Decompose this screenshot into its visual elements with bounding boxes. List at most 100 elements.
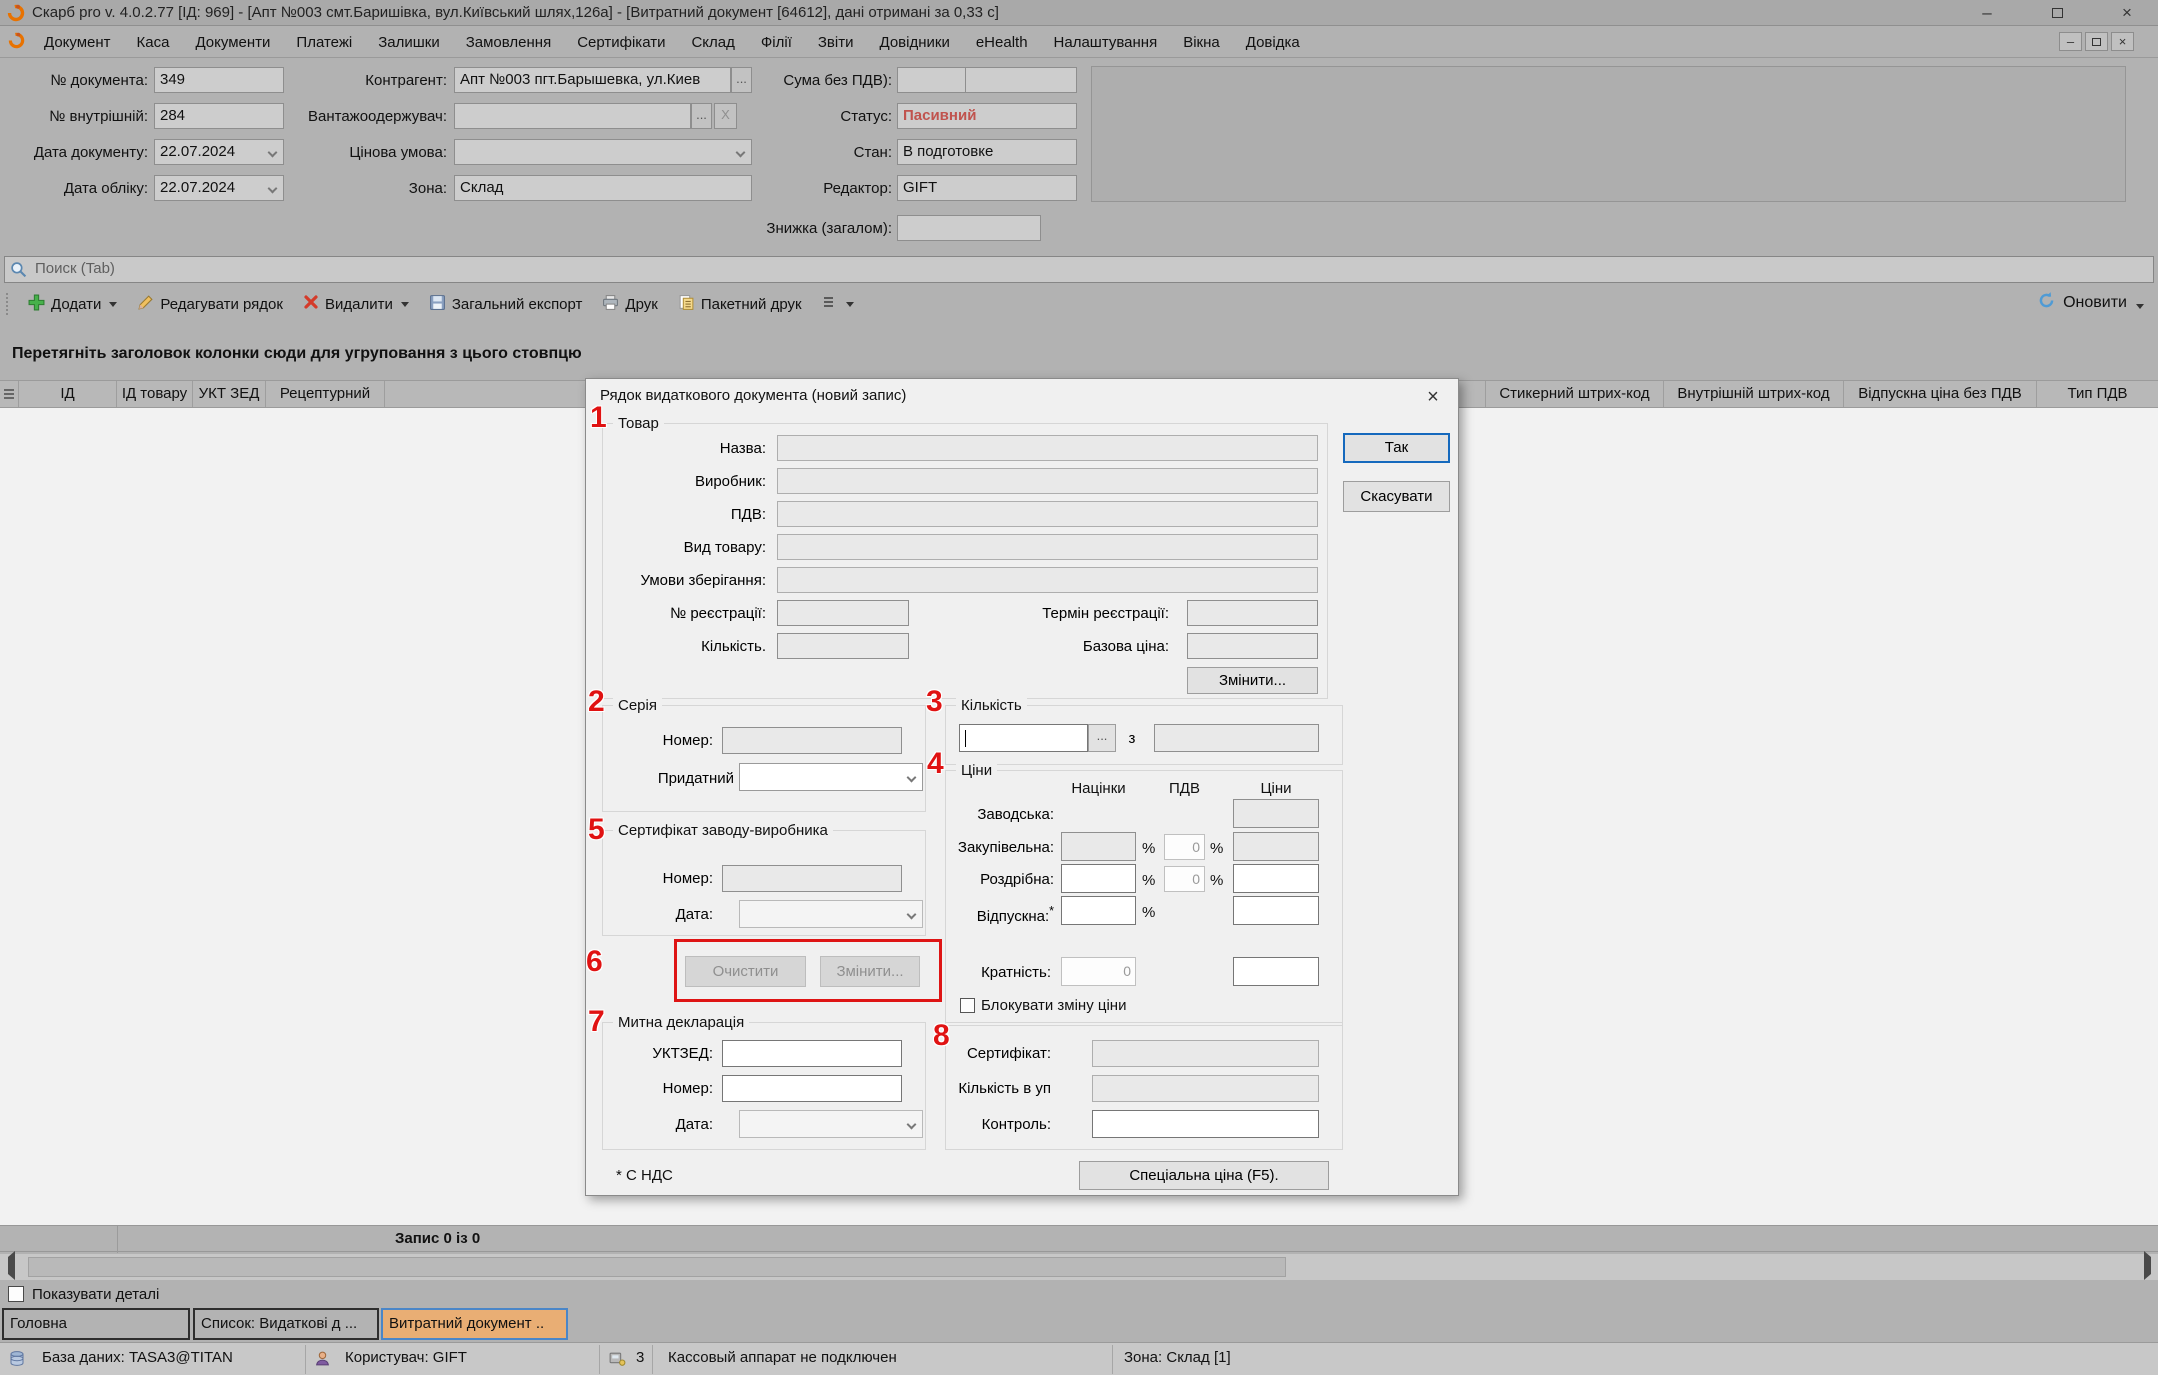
menu-documents[interactable]: Документи	[182, 34, 283, 51]
percent-sign: %	[1142, 866, 1155, 895]
base-price-field[interactable]	[1187, 633, 1318, 659]
menu-warehouse[interactable]: Склад	[678, 34, 747, 51]
view-options-button[interactable]	[812, 289, 864, 319]
add-button[interactable]: Додати	[18, 289, 127, 319]
refresh-button[interactable]: Оновити	[2037, 291, 2144, 314]
consignee-label: Вантажоодержувач:	[250, 103, 447, 131]
statusbar-zone: Зона: Склад [1]	[1124, 1349, 1231, 1366]
status-bar: База даних: TASA3@TITAN Користувач: GIFT…	[0, 1342, 2158, 1375]
menu-document[interactable]: Документ	[31, 34, 124, 51]
product-kind-field[interactable]	[777, 534, 1318, 560]
series-valid-dropdown[interactable]	[739, 763, 923, 791]
retail-price-field[interactable]	[1233, 864, 1319, 893]
maximize-button[interactable]	[2036, 2, 2078, 24]
name-field[interactable]	[777, 435, 1318, 461]
selling-price-field[interactable]	[1233, 896, 1319, 925]
ok-button[interactable]: Так	[1343, 433, 1450, 463]
retail-markup-field[interactable]	[1061, 864, 1136, 893]
mdi-close-button[interactable]: ×	[2111, 32, 2134, 51]
scroll-left-button[interactable]	[0, 1257, 22, 1277]
menu-reports[interactable]: Звіти	[805, 34, 867, 51]
dialog-close-icon[interactable]: ×	[1420, 385, 1446, 411]
menu-help[interactable]: Довідка	[1233, 34, 1313, 51]
column-header-ukt-zed[interactable]: УКТ ЗЕД	[193, 381, 266, 407]
customs-date-dropdown[interactable]	[739, 1110, 923, 1138]
extra-price-field[interactable]	[1233, 957, 1319, 986]
vat-field[interactable]	[777, 501, 1318, 527]
mdi-restore-button[interactable]	[2085, 32, 2108, 51]
sum-no-vat-field-1[interactable]	[897, 67, 966, 93]
reg-term-field[interactable]	[1187, 600, 1318, 626]
uktzed-field[interactable]	[722, 1040, 902, 1067]
row-grip-icon	[0, 381, 19, 407]
chevron-down-icon	[907, 910, 917, 920]
search-input[interactable]: Поиск (Tab)	[4, 256, 2154, 283]
comment-panel[interactable]	[1091, 66, 2126, 202]
price-condition-label: Цінова умова:	[250, 139, 447, 167]
multiplicity-field: 0	[1061, 957, 1136, 986]
menu-kasa[interactable]: Каса	[124, 34, 183, 51]
quantity-total-field	[1154, 724, 1319, 752]
menu-ehealth[interactable]: eHealth	[963, 34, 1041, 51]
scrollbar-thumb[interactable]	[28, 1257, 1286, 1277]
tab-main[interactable]: Головна	[2, 1308, 190, 1340]
app-logo-icon	[8, 32, 25, 53]
tab-expense-document[interactable]: Витратний документ ..	[381, 1308, 568, 1340]
scroll-right-button[interactable]	[2136, 1257, 2158, 1277]
qty-per-pack-label: Кількість в уп	[926, 1075, 1051, 1102]
series-valid-label: Придатний	[594, 765, 734, 792]
toolbar-grip[interactable]	[6, 293, 8, 315]
delete-button[interactable]: Видалити	[293, 289, 419, 319]
column-header-prescription[interactable]: Рецептурний	[266, 381, 385, 407]
column-header-sticker-barcode[interactable]: Стикерний штрих-код	[1486, 381, 1664, 407]
reg-number-field[interactable]	[777, 600, 909, 626]
lock-price-checkbox[interactable]	[960, 998, 975, 1013]
column-header-price-no-vat[interactable]: Відпускна ціна без ПДВ	[1844, 381, 2037, 407]
quantity-of-label: з	[1122, 725, 1142, 752]
menu-settings[interactable]: Налаштування	[1041, 34, 1171, 51]
quantity-browse-button[interactable]: ...	[1088, 724, 1116, 752]
minimize-button[interactable]: –	[1966, 2, 2008, 24]
menu-payments[interactable]: Платежі	[283, 34, 365, 51]
group-by-bar[interactable]: Перетягніть заголовок колонки сюди для у…	[0, 339, 2158, 372]
percent-sign: %	[1210, 866, 1223, 895]
show-details-checkbox[interactable]	[8, 1286, 24, 1302]
name-label: Назва:	[594, 435, 766, 462]
menu-stock[interactable]: Залишки	[365, 34, 453, 51]
tab-expense-list[interactable]: Список: Видаткові д ...	[193, 1308, 379, 1340]
storage-field[interactable]	[777, 567, 1318, 593]
menu-certificates[interactable]: Сертифікати	[564, 34, 678, 51]
vat-column-header: ПДВ	[1164, 780, 1205, 797]
close-button[interactable]: ×	[2106, 2, 2148, 24]
menu-branches[interactable]: Філії	[748, 34, 805, 51]
consignee-field[interactable]	[454, 103, 691, 129]
column-header-internal-barcode[interactable]: Внутрішній штрих-код	[1664, 381, 1844, 407]
print-button[interactable]: Друк	[592, 289, 667, 319]
quantity-input[interactable]	[959, 724, 1088, 752]
cancel-button[interactable]: Скасувати	[1343, 481, 1450, 512]
sum-no-vat-field-2[interactable]	[965, 67, 1077, 93]
export-button[interactable]: Загальний експорт	[419, 289, 593, 319]
mdi-minimize-button[interactable]: –	[2059, 32, 2082, 51]
discount-field[interactable]	[897, 215, 1041, 241]
product-qty-field[interactable]	[777, 633, 909, 659]
batch-print-button[interactable]: Пакетний друк	[668, 289, 812, 319]
editor-label: Редактор:	[690, 175, 892, 203]
edit-row-button[interactable]: Редагувати рядок	[127, 289, 293, 319]
column-header-product-id[interactable]: ІД товару	[117, 381, 193, 407]
column-header-id[interactable]: ІД	[19, 381, 117, 407]
horizontal-scrollbar[interactable]	[0, 1254, 2158, 1280]
factory-cert-number-field	[722, 865, 902, 892]
producer-field[interactable]	[777, 468, 1318, 494]
special-price-button[interactable]: Спеціальна ціна (F5).	[1079, 1161, 1329, 1190]
printer-icon	[602, 294, 619, 315]
menu-orders[interactable]: Замовлення	[453, 34, 564, 51]
menu-windows[interactable]: Вікна	[1170, 34, 1233, 51]
certificate-label: Сертифікат:	[938, 1040, 1051, 1067]
control-field[interactable]	[1092, 1110, 1319, 1138]
selling-markup-field[interactable]	[1061, 896, 1136, 925]
change-product-button[interactable]: Змінити...	[1187, 667, 1318, 694]
menu-directories[interactable]: Довідники	[867, 34, 963, 51]
customs-number-field[interactable]	[722, 1075, 902, 1102]
column-header-vat-type[interactable]: Тип ПДВ	[2037, 381, 2158, 407]
